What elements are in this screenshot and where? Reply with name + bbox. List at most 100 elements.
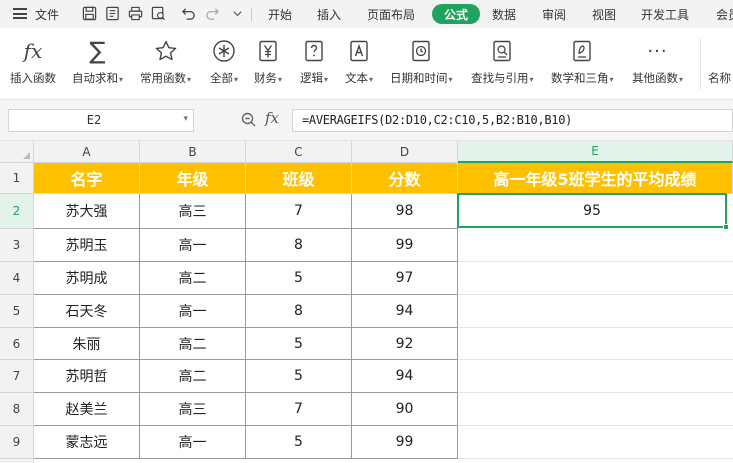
zoom-search-icon[interactable] <box>240 111 258 129</box>
lookup-reference-button[interactable]: 查找与引用▾ <box>471 38 534 86</box>
header-cell-grade[interactable]: 年级 <box>140 163 246 194</box>
tab-home[interactable]: 开始 <box>268 6 292 23</box>
fill-handle[interactable] <box>723 224 729 230</box>
divider <box>700 38 701 90</box>
class-cell[interactable]: 5 <box>246 328 352 360</box>
financial-button[interactable]: 财务▾ <box>254 38 282 86</box>
name-manager-button[interactable]: 名称 <box>708 38 731 86</box>
score-cell[interactable]: 94 <box>352 360 458 393</box>
export-pdf-icon[interactable] <box>104 5 121 22</box>
score-cell[interactable]: 90 <box>352 393 458 426</box>
grade-cell[interactable]: 高一 <box>140 426 246 459</box>
header-cell-name[interactable]: 名字 <box>34 163 140 194</box>
name-cell[interactable]: 苏明哲 <box>34 360 140 393</box>
text-functions-button[interactable]: 文本▾ <box>345 38 373 86</box>
name-cell[interactable]: 苏明成 <box>34 262 140 295</box>
empty-cell[interactable] <box>458 360 733 393</box>
grade-cell[interactable]: 高一 <box>140 229 246 262</box>
print-icon[interactable] <box>127 5 144 22</box>
row-header-3[interactable]: 3 <box>0 229 34 262</box>
column-header-c[interactable]: C <box>246 141 352 163</box>
score-cell[interactable]: 99 <box>352 229 458 262</box>
tab-member[interactable]: 会员 <box>716 6 733 23</box>
insert-function-button[interactable]: fx 插入函数 <box>10 38 56 86</box>
menu-bar: 文件 开始 插入 页面布局 公式 数据 审阅 视图 开发工具 会员 <box>0 0 733 28</box>
class-cell[interactable]: 7 <box>246 194 352 229</box>
grade-cell[interactable]: 高二 <box>140 360 246 393</box>
grade-cell[interactable]: 高三 <box>140 393 246 426</box>
row-header-4[interactable]: 4 <box>0 262 34 295</box>
logical-button[interactable]: 逻辑▾ <box>300 38 328 86</box>
formula-ribbon: fx 插入函数 ∑ 自动求和▾ 常用函数▾ 全部▾ 财务▾ 逻辑▾ 文本▾ 日期… <box>0 28 733 100</box>
row-header-9[interactable]: 9 <box>0 426 34 459</box>
print-preview-icon[interactable] <box>150 5 167 22</box>
class-cell[interactable]: 5 <box>246 426 352 459</box>
name-cell[interactable]: 赵美兰 <box>34 393 140 426</box>
header-cell-average[interactable]: 高一年级5班学生的平均成绩 <box>458 163 733 194</box>
autosum-button[interactable]: ∑ 自动求和▾ <box>72 37 123 86</box>
formula-input[interactable]: =AVERAGEIFS(D2:D10,C2:C10,5,B2:B10,B10) <box>292 109 733 132</box>
grade-cell[interactable]: 高二 <box>140 262 246 295</box>
column-header-d[interactable]: D <box>352 141 458 163</box>
empty-cell[interactable] <box>458 229 733 262</box>
tab-page-layout[interactable]: 页面布局 <box>367 6 415 23</box>
grade-cell[interactable]: 高二 <box>140 328 246 360</box>
common-functions-button[interactable]: 常用函数▾ <box>140 38 191 86</box>
file-menu[interactable]: 文件 <box>35 6 59 23</box>
column-header-a[interactable]: A <box>34 141 140 163</box>
select-all-corner[interactable] <box>0 141 34 163</box>
row-header-7[interactable]: 7 <box>0 360 34 393</box>
undo-icon[interactable] <box>180 5 197 22</box>
class-cell[interactable]: 5 <box>246 262 352 295</box>
name-cell[interactable]: 朱丽 <box>34 328 140 360</box>
redo-icon[interactable] <box>204 5 221 22</box>
fx-icon[interactable]: fx <box>265 109 279 127</box>
row-header-2[interactable]: 2 <box>0 194 34 229</box>
row-header-10[interactable] <box>0 459 34 463</box>
hamburger-menu-icon[interactable] <box>13 8 27 19</box>
name-cell[interactable]: 石天冬 <box>34 295 140 328</box>
header-cell-score[interactable]: 分数 <box>352 163 458 194</box>
score-cell[interactable]: 97 <box>352 262 458 295</box>
tab-formulas[interactable]: 公式 <box>432 4 481 24</box>
class-cell[interactable]: 8 <box>246 229 352 262</box>
tab-data[interactable]: 数据 <box>492 6 516 23</box>
chevron-down-icon[interactable]: ▾ <box>183 114 188 124</box>
math-trig-button[interactable]: 数学和三角▾ <box>551 38 614 86</box>
more-functions-button[interactable]: ··· 其他函数▾ <box>632 38 683 86</box>
empty-cell[interactable] <box>458 295 733 328</box>
row-header-1[interactable]: 1 <box>0 163 34 194</box>
score-cell[interactable]: 98 <box>352 194 458 229</box>
class-cell[interactable]: 5 <box>246 360 352 393</box>
row-header-5[interactable]: 5 <box>0 295 34 328</box>
column-header-b[interactable]: B <box>140 141 246 163</box>
name-cell[interactable]: 蒙志远 <box>34 426 140 459</box>
class-cell[interactable]: 8 <box>246 295 352 328</box>
score-cell[interactable]: 99 <box>352 426 458 459</box>
empty-cell[interactable] <box>458 328 733 360</box>
score-cell[interactable]: 94 <box>352 295 458 328</box>
save-icon[interactable] <box>81 5 98 22</box>
grade-cell[interactable]: 高三 <box>140 194 246 229</box>
row-header-6[interactable]: 6 <box>0 328 34 360</box>
empty-cell[interactable] <box>458 262 733 295</box>
tab-review[interactable]: 审阅 <box>542 6 566 23</box>
all-functions-button[interactable]: 全部▾ <box>210 38 238 86</box>
tab-developer[interactable]: 开发工具 <box>641 6 689 23</box>
empty-cell[interactable] <box>458 393 733 426</box>
header-cell-class[interactable]: 班级 <box>246 163 352 194</box>
date-time-button[interactable]: 日期和时间▾ <box>390 38 453 86</box>
row-header-8[interactable]: 8 <box>0 393 34 426</box>
empty-cell[interactable] <box>458 426 733 459</box>
name-cell[interactable]: 苏大强 <box>34 194 140 229</box>
class-cell[interactable]: 7 <box>246 393 352 426</box>
tab-view[interactable]: 视图 <box>592 6 616 23</box>
name-cell[interactable]: 苏明玉 <box>34 229 140 262</box>
column-header-e[interactable]: E <box>458 141 733 163</box>
score-cell[interactable]: 92 <box>352 328 458 360</box>
grade-cell[interactable]: 高一 <box>140 295 246 328</box>
name-box[interactable]: E2 ▾ <box>8 109 194 132</box>
tab-insert[interactable]: 插入 <box>317 6 341 23</box>
active-cell-e2[interactable]: 95 <box>457 193 727 228</box>
customize-dropdown-icon[interactable] <box>229 5 246 22</box>
